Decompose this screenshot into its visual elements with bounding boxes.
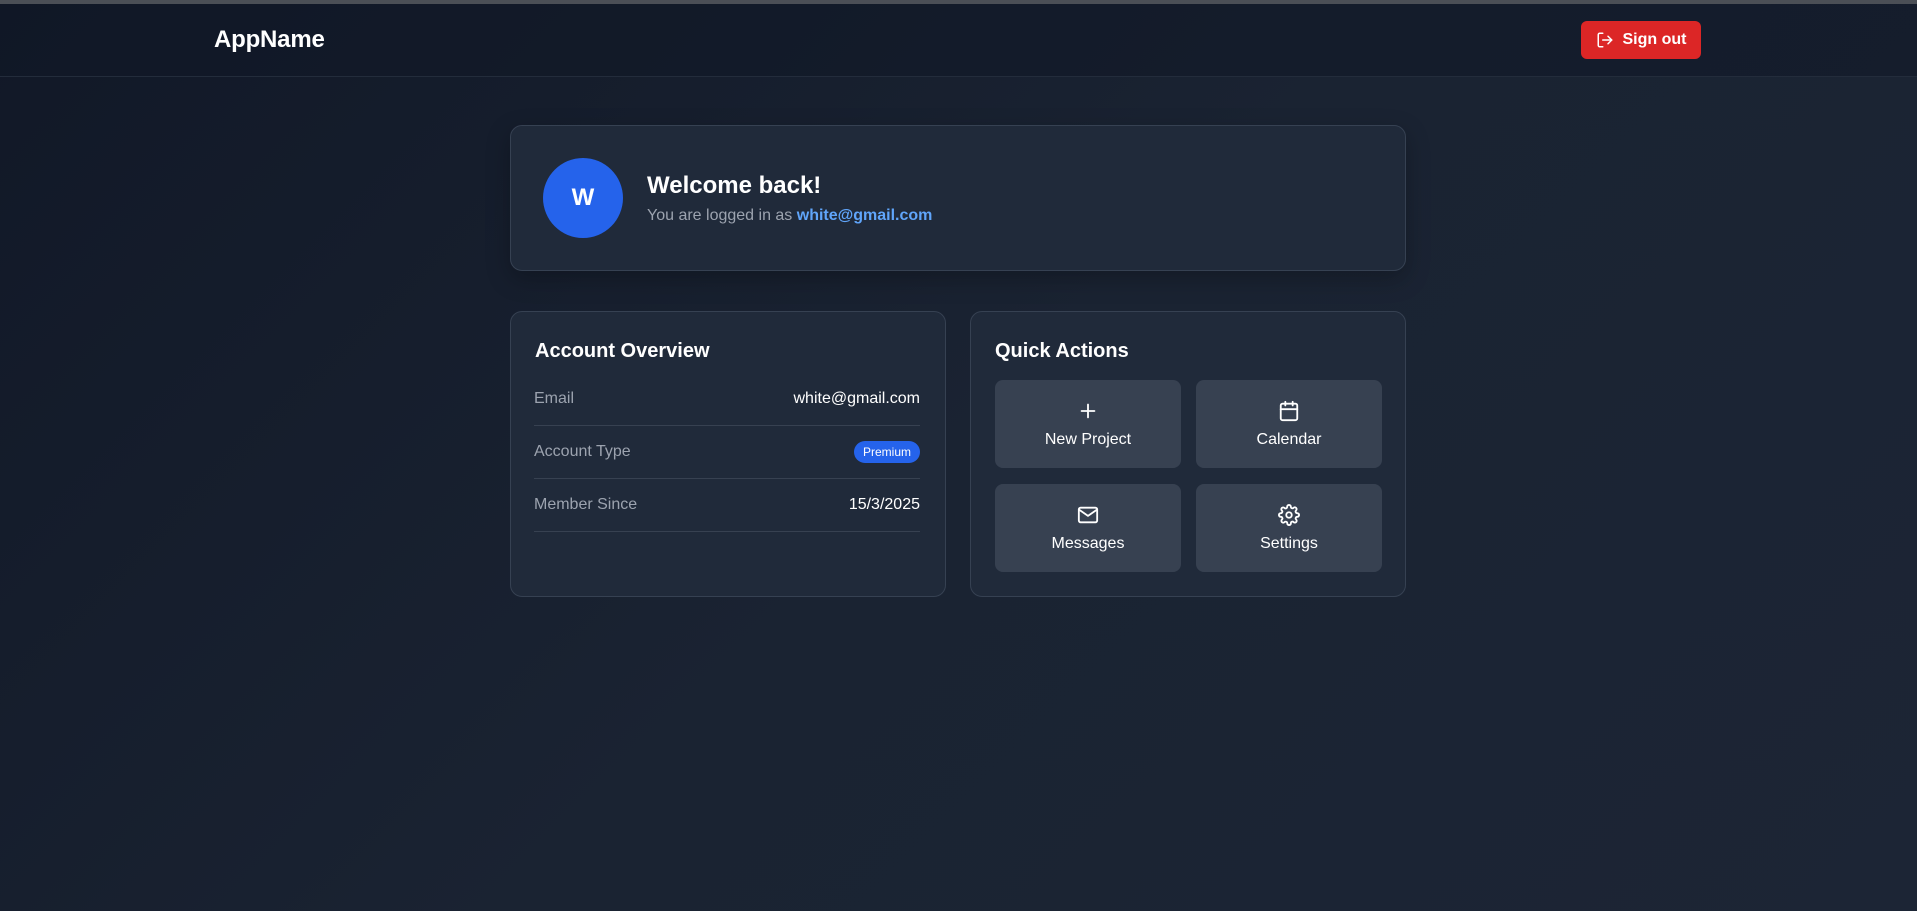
calendar-label: Calendar bbox=[1256, 430, 1322, 448]
settings-button[interactable]: Settings bbox=[1196, 484, 1382, 572]
login-status-text: You are logged in as white@gmail.com bbox=[647, 207, 932, 225]
email-value: white@gmail.com bbox=[793, 390, 921, 407]
member-since-label: Member Since bbox=[534, 496, 638, 513]
account-row-email: Email white@gmail.com bbox=[534, 373, 920, 426]
avatar: W bbox=[543, 158, 623, 238]
account-row-type: Account Type Premium bbox=[534, 426, 920, 479]
gear-icon bbox=[1278, 503, 1300, 526]
new-project-label: New Project bbox=[1044, 430, 1132, 448]
settings-label: Settings bbox=[1260, 534, 1318, 552]
account-type-label: Account Type bbox=[534, 443, 631, 460]
member-since-value: 15/3/2025 bbox=[848, 496, 920, 513]
sign-out-button[interactable]: Sign out bbox=[1581, 21, 1701, 59]
new-project-button[interactable]: New Project bbox=[995, 380, 1181, 468]
calendar-button[interactable]: Calendar bbox=[1196, 380, 1382, 468]
account-row-member-since: Member Since 15/3/2025 bbox=[534, 479, 920, 532]
plus-icon bbox=[1080, 403, 1096, 418]
sign-out-label: Sign out bbox=[1622, 31, 1687, 48]
calendar-icon bbox=[1279, 400, 1299, 421]
messages-label: Messages bbox=[1051, 534, 1125, 552]
mail-icon bbox=[1077, 506, 1099, 523]
account-overview-title: Account Overview bbox=[535, 340, 710, 362]
premium-badge: Premium bbox=[853, 441, 920, 463]
top-navbar: AppName Sign out bbox=[0, 4, 1917, 77]
welcome-title: Welcome back! bbox=[647, 172, 822, 199]
sign-out-icon bbox=[1597, 32, 1612, 48]
app-brand[interactable]: AppName bbox=[214, 26, 325, 54]
logged-in-email-link[interactable]: white@gmail.com bbox=[797, 207, 933, 224]
welcome-card: W Welcome back! You are logged in as whi… bbox=[510, 125, 1406, 271]
messages-button[interactable]: Messages bbox=[995, 484, 1181, 572]
email-label: Email bbox=[534, 390, 575, 407]
quick-actions-title: Quick Actions bbox=[995, 340, 1129, 362]
login-status-prefix: You are logged in as bbox=[647, 207, 793, 224]
